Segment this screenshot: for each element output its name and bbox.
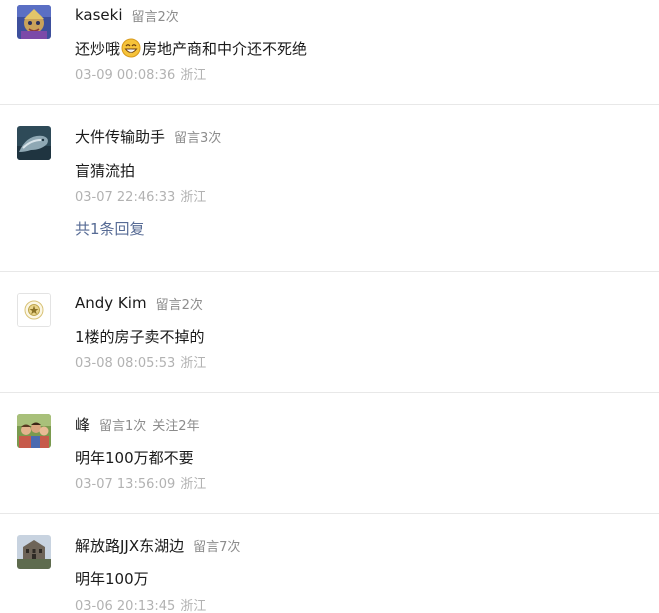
avatar-anime-icon xyxy=(17,5,51,39)
avatar[interactable] xyxy=(17,535,51,569)
comment-time: 03-09 00:08:36 浙江 xyxy=(75,64,206,83)
location: 浙江 xyxy=(180,68,207,83)
avatar[interactable] xyxy=(17,126,51,160)
name-row: 峰 留言1次 关注2年 xyxy=(75,413,200,435)
avatar[interactable] xyxy=(17,293,51,327)
comment-count: 留言1次 xyxy=(99,418,147,434)
comment-text-after: 房地产商和中介还不死绝 xyxy=(142,39,308,58)
comment-item: 大件传输助手 留言3次 盲猜流拍 03-07 22:46:33 浙江 共1条回复 xyxy=(0,105,659,271)
comment-content: 1楼的房子卖不掉的 xyxy=(75,327,205,346)
timestamp: 03-06 20:13:45 xyxy=(75,599,176,613)
comment-content: 还炒哦 房地产商和中介还不死绝 xyxy=(75,37,307,59)
location: 浙江 xyxy=(180,190,207,205)
name-row: Andy Kim 留言2次 xyxy=(75,292,203,314)
timestamp: 03-07 22:46:33 xyxy=(75,190,176,205)
comment-time: 03-06 20:13:45 浙江 xyxy=(75,595,206,613)
avatar-building-icon xyxy=(17,535,51,569)
replies-link[interactable]: 共1条回复 xyxy=(75,218,145,239)
comment-time: 03-08 08:05:53 浙江 xyxy=(75,352,206,371)
comment-count: 留言7次 xyxy=(193,539,241,555)
comment-time: 03-07 13:56:09 浙江 xyxy=(75,473,206,492)
author-name[interactable]: 峰 xyxy=(75,414,90,435)
comment-text-before: 还炒哦 xyxy=(75,39,121,58)
comment-time: 03-07 22:46:33 浙江 xyxy=(75,186,206,205)
author-name[interactable]: 解放路JJX东湖边 xyxy=(75,535,184,556)
follow-duration: 关注2年 xyxy=(152,418,200,434)
comment-item: 峰 留言1次 关注2年 明年100万都不要 03-07 13:56:09 浙江 xyxy=(0,393,659,513)
avatar-whale-icon xyxy=(17,126,51,160)
author-name[interactable]: 大件传输助手 xyxy=(75,126,165,147)
avatar[interactable] xyxy=(17,414,51,448)
avatar-group-photo-icon xyxy=(17,414,51,448)
comment-content: 明年100万 xyxy=(75,569,149,588)
comment-count: 留言2次 xyxy=(131,9,179,25)
name-row: kaseki 留言2次 xyxy=(75,4,179,26)
comment-item: kaseki 留言2次 还炒哦 房地产商和中介还不死绝 03-09 00:08:… xyxy=(0,0,659,104)
timestamp: 03-08 08:05:53 xyxy=(75,356,176,371)
location: 浙江 xyxy=(180,599,207,613)
author-name[interactable]: kaseki xyxy=(75,6,123,24)
timestamp: 03-09 00:08:36 xyxy=(75,68,176,83)
comment-content: 明年100万都不要 xyxy=(75,448,194,467)
comment-content: 盲猜流拍 xyxy=(75,161,136,180)
location: 浙江 xyxy=(180,477,207,492)
location: 浙江 xyxy=(180,356,207,371)
comment-item: 解放路JJX东湖边 留言7次 明年100万 03-06 20:13:45 浙江 xyxy=(0,514,659,613)
avatar-emblem-icon xyxy=(18,294,50,326)
comment-count: 留言3次 xyxy=(174,130,222,146)
name-row: 大件传输助手 留言3次 xyxy=(75,125,221,147)
comment-item: Andy Kim 留言2次 1楼的房子卖不掉的 03-08 08:05:53 浙江 xyxy=(0,272,659,392)
author-name[interactable]: Andy Kim xyxy=(75,294,147,312)
timestamp: 03-07 13:56:09 xyxy=(75,477,176,492)
name-row: 解放路JJX东湖边 留言7次 xyxy=(75,534,240,556)
comment-count: 留言2次 xyxy=(155,297,203,313)
comment-list: kaseki 留言2次 还炒哦 房地产商和中介还不死绝 03-09 00:08:… xyxy=(0,0,659,613)
avatar[interactable] xyxy=(17,5,51,39)
grin-emoji-icon xyxy=(121,38,141,58)
